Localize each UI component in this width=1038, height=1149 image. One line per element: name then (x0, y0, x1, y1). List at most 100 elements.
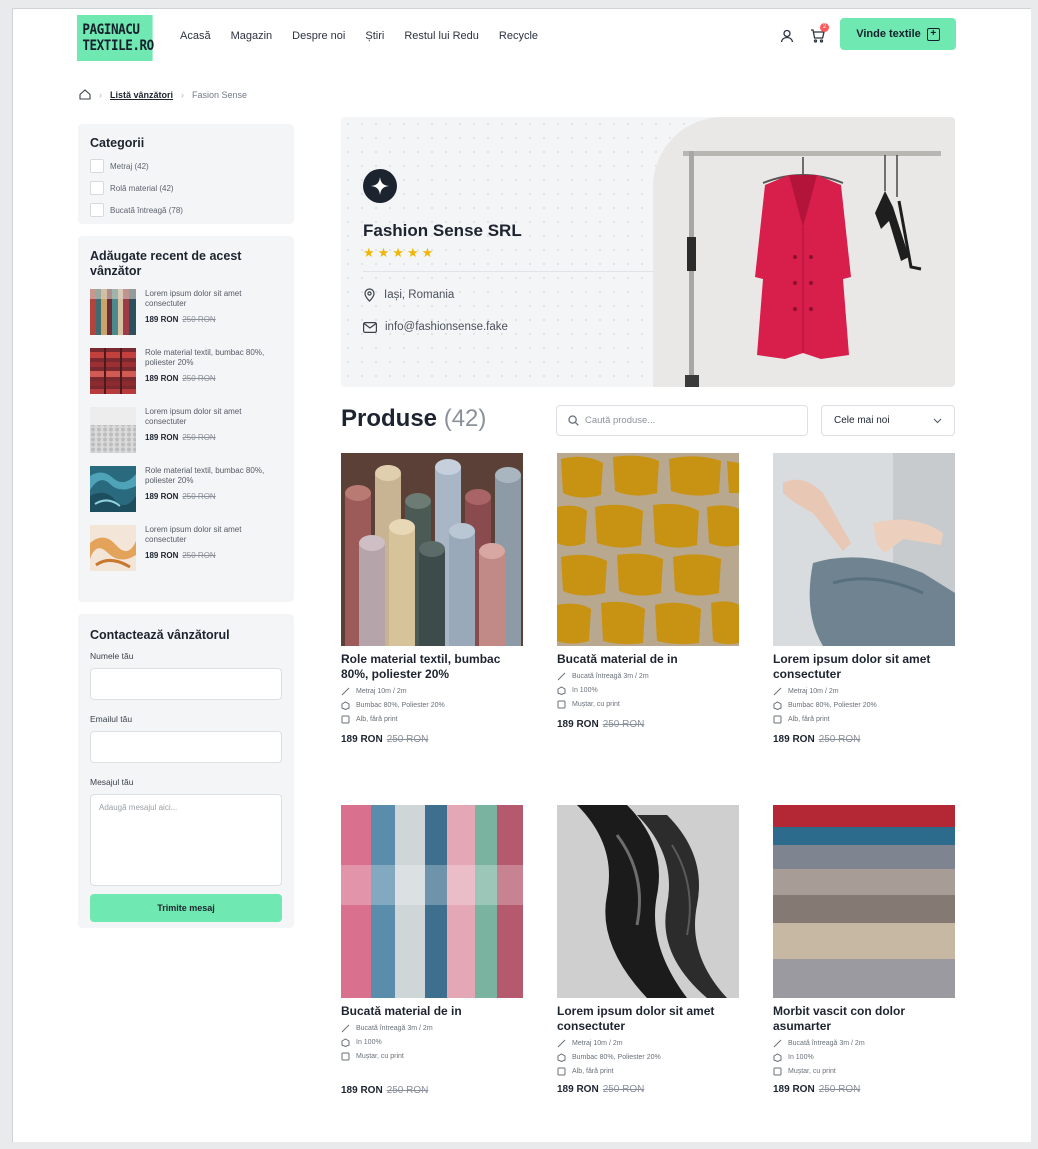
main-nav: Acasă Magazin Despre noi Știri Restul lu… (180, 30, 538, 42)
checkbox[interactable] (90, 203, 104, 217)
product-image[interactable] (773, 453, 955, 646)
vendor-email[interactable]: info@fashionsense.fake (363, 321, 508, 333)
sell-textiles-button[interactable]: Vinde textile + (840, 18, 956, 50)
user-icon[interactable] (777, 26, 797, 46)
product-title[interactable]: Lorem ipsum dolor sit amet consectuter (773, 652, 955, 682)
sparkle-icon (371, 177, 389, 195)
recent-item[interactable]: Lorem ipsum dolor sit amet consectuter 1… (90, 407, 282, 453)
product-card[interactable]: Bucată material de in Bucată întreagă 3m… (557, 453, 739, 730)
product-meta: Metraj 10m / 2m (572, 1040, 623, 1047)
ruler-icon (557, 672, 566, 681)
palette-icon (341, 1052, 350, 1061)
cart-icon[interactable]: 2 (807, 23, 829, 46)
palette-icon (773, 715, 782, 724)
cart-count-badge: 2 (820, 23, 829, 32)
category-label: Rolă material (42) (110, 183, 174, 193)
product-card[interactable]: Bucată material de in Bucată întreagă 3m… (341, 805, 523, 1096)
category-label: Bucată întreagă (78) (110, 205, 183, 215)
sort-value: Cele mai noi (834, 415, 890, 426)
recent-products-panel: Adăugate recent de acest vânzător Lorem … (78, 236, 294, 602)
price: 189 RON (145, 374, 179, 383)
recent-item[interactable]: Lorem ipsum dolor sit amet consectuter 1… (90, 289, 282, 335)
message-field[interactable]: Adaugă mesajul aici... (90, 794, 282, 886)
fabric-icon (773, 1053, 782, 1062)
checkbox[interactable] (90, 181, 104, 195)
product-card[interactable]: Lorem ipsum dolor sit amet consectuter M… (773, 453, 955, 745)
nav-item-recycle[interactable]: Recycle (499, 30, 538, 42)
old-price: 250 RON (182, 315, 216, 324)
categories-title: Categorii (90, 136, 145, 150)
breadcrumb-current: Fasion Sense (192, 89, 248, 100)
fabric-icon (557, 686, 566, 695)
price: 189 RON (145, 492, 179, 501)
nav-item-magazin[interactable]: Magazin (231, 30, 273, 42)
recent-item-title: Lorem ipsum dolor sit amet consectuter (145, 289, 242, 308)
name-label: Numele tău (90, 651, 134, 661)
product-image[interactable] (341, 453, 523, 646)
plus-icon: + (926, 27, 940, 41)
price: 189 RON (145, 551, 179, 560)
chevron-down-icon (933, 418, 942, 423)
home-icon[interactable] (79, 89, 91, 100)
recent-item[interactable]: Role material textil, bumbac 80%, polies… (90, 466, 282, 512)
checkbox[interactable] (90, 159, 104, 173)
recent-item[interactable]: Role material textil, bumbac 80%, polies… (90, 348, 282, 394)
contact-panel: Contactează vânzătorul Numele tău Emailu… (78, 614, 294, 928)
old-price: 250 RON (182, 551, 216, 560)
palette-icon (341, 715, 350, 724)
product-search-input[interactable]: Caută produse... (556, 405, 808, 436)
red-rolls-thumbnail (90, 348, 136, 394)
product-card[interactable]: Lorem ipsum dolor sit amet consectuter M… (557, 805, 739, 1095)
product-image[interactable] (773, 805, 955, 998)
product-meta: Bucată întreagă 3m / 2m (356, 1025, 433, 1032)
nav-item-restul[interactable]: Restul lui Redu (404, 30, 479, 42)
category-rola[interactable]: Rolă material (42) (90, 181, 282, 195)
product-meta: Metraj 10m / 2m (788, 688, 839, 695)
product-title[interactable]: Bucată material de in (341, 1004, 523, 1019)
message-label: Mesajul tău (90, 777, 134, 787)
product-meta: Muștar, cu print (572, 701, 620, 708)
vendor-name: Fashion Sense SRL (363, 221, 522, 240)
product-card[interactable]: Morbit vascit con dolor asumarter Bucată… (773, 805, 955, 1095)
fabric-icon (557, 1053, 566, 1062)
old-price: 250 RON (602, 719, 645, 730)
product-card[interactable]: Role material textil, bumbac 80%, polies… (341, 453, 523, 745)
sort-select[interactable]: Cele mai noi (821, 405, 955, 436)
send-message-button[interactable]: Trimite mesaj (90, 894, 282, 922)
breadcrumb-vendor-list[interactable]: Listă vânzători (110, 90, 173, 100)
chevron-right-icon: › (181, 89, 185, 100)
nav-item-despre[interactable]: Despre noi (292, 30, 345, 42)
palette-icon (557, 1067, 566, 1076)
name-field[interactable] (90, 668, 282, 700)
nav-item-stiri[interactable]: Știri (365, 30, 384, 42)
vendor-location-text: Iași, Romania (384, 289, 455, 301)
old-price: 250 RON (818, 734, 861, 745)
product-title[interactable]: Bucată material de in (557, 652, 739, 667)
price: 189 RON (557, 719, 599, 730)
product-meta: Muștar, cu print (788, 1068, 836, 1075)
nav-item-acasa[interactable]: Acasă (180, 30, 211, 42)
old-price: 250 RON (182, 374, 216, 383)
site-logo[interactable]: PAGINACU TEXTILE.RO (77, 15, 154, 61)
product-image[interactable] (557, 453, 739, 646)
message-placeholder: Adaugă mesajul aici... (99, 803, 178, 812)
recent-title: Adăugate recent de acest vânzător (90, 249, 242, 278)
vendor-email-text: info@fashionsense.fake (385, 321, 508, 333)
price: 189 RON (341, 734, 383, 745)
product-title[interactable]: Lorem ipsum dolor sit amet consectuter (557, 1004, 739, 1034)
product-title[interactable]: Role material textil, bumbac 80%, polies… (341, 652, 523, 682)
category-bucata[interactable]: Bucată întreagă (78) (90, 203, 282, 217)
palette-icon (773, 1067, 782, 1076)
product-meta: Bucată întreagă 3m / 2m (788, 1040, 865, 1047)
product-title[interactable]: Morbit vascit con dolor asumarter (773, 1004, 955, 1034)
ruler-icon (773, 687, 782, 696)
breadcrumb: › Listă vânzători › Fasion Sense (79, 89, 247, 100)
product-meta: Alb, fără print (788, 716, 830, 723)
product-image[interactable] (557, 805, 739, 998)
category-metraj[interactable]: Metraj (42) (90, 159, 282, 173)
email-field[interactable] (90, 731, 282, 763)
product-meta: Alb, fără print (572, 1068, 614, 1075)
product-image[interactable] (341, 805, 523, 998)
recent-item[interactable]: Lorem ipsum dolor sit amet consectuter 1… (90, 525, 282, 571)
old-price: 250 RON (602, 1084, 645, 1095)
